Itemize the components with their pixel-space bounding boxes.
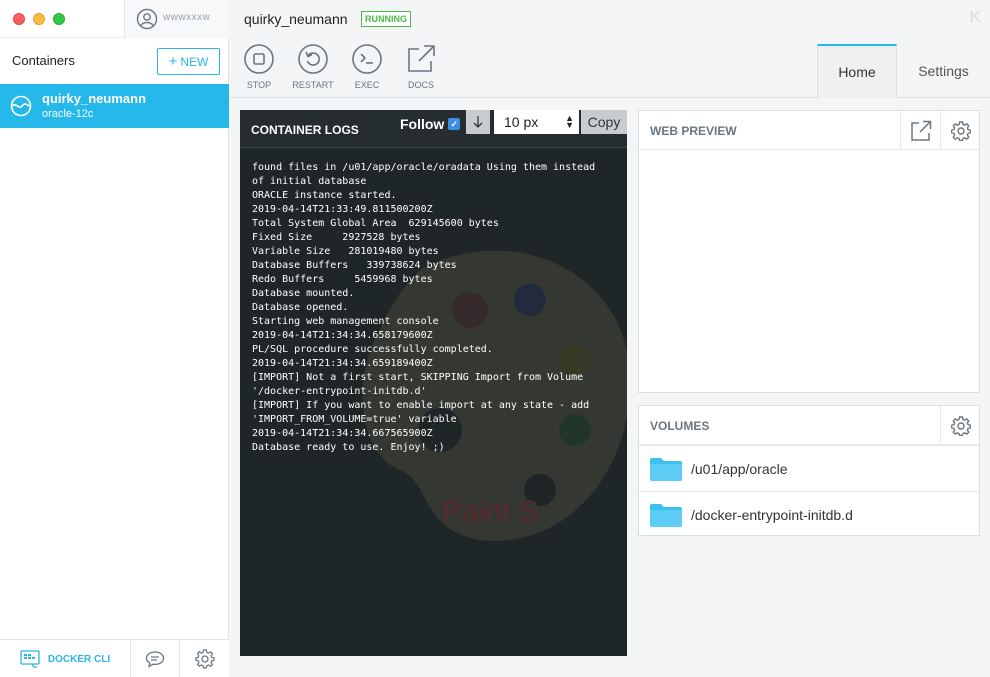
gear-icon [950, 415, 971, 436]
preferences-button[interactable] [180, 640, 229, 677]
web-preview-header: WEB PREVIEW [639, 111, 979, 150]
sidebar-footer: DOCKER CLI [0, 639, 229, 677]
docker-cli-icon [20, 650, 40, 668]
external-link-icon [910, 120, 931, 141]
open-in-browser-button[interactable] [900, 111, 940, 150]
containers-heading: Containers [12, 53, 75, 68]
external-link-icon [408, 45, 435, 72]
volumes-panel: VOLUMES /u01/app/oracle /docker-entrypoi… [638, 405, 980, 536]
maximize-window-button[interactable] [53, 13, 65, 25]
tab-settings[interactable]: Settings [897, 44, 990, 98]
restart-label: RESTART [292, 80, 334, 90]
status-badge: RUNNING [361, 11, 411, 27]
volume-path: /u01/app/oracle [691, 460, 788, 477]
user-account-button[interactable]: wwwxxxw [124, 0, 229, 38]
running-container-icon [10, 95, 32, 117]
volumes-header: VOLUMES [639, 406, 979, 445]
sidebar-header: Containers + NEW [0, 38, 229, 83]
follow-label: Follow [400, 116, 445, 132]
tab-home[interactable]: Home [817, 44, 897, 98]
logs-title: CONTAINER LOGS [251, 123, 359, 137]
feedback-button[interactable] [131, 640, 180, 677]
font-size-select[interactable]: 10 px ▲ ▼ [494, 110, 579, 134]
web-preview-panel: WEB PREVIEW [638, 110, 980, 393]
kitematic-logo: K [969, 9, 981, 26]
copy-logs-button[interactable]: Copy [581, 110, 627, 134]
stop-label: STOP [246, 80, 272, 90]
stop-button[interactable]: STOP [235, 43, 283, 95]
chat-bubble-icon [145, 651, 165, 668]
restart-button[interactable]: RESTART [289, 43, 337, 95]
docs-label: DOCS [407, 80, 434, 90]
window-titlebar: wwwxxxw [0, 0, 229, 38]
stop-icon [244, 44, 274, 74]
download-logs-button[interactable] [466, 110, 490, 134]
docker-cli-label: DOCKER CLI [47, 653, 111, 665]
sidebar: wwwxxxw Containers + NEW quirky_neumann … [0, 0, 229, 677]
follow-toggle[interactable]: Follow ✓ [400, 116, 461, 132]
user-avatar-icon [136, 8, 158, 30]
log-output: found files in /u01/app/oracle/oradata U… [252, 162, 596, 453]
container-header: quirky_neumann RUNNING K STOP RESTART EX… [230, 0, 990, 98]
volume-path: /docker-entrypoint-initdb.d [691, 506, 853, 523]
new-button-label: NEW [180, 54, 209, 69]
container-logs-panel: Paint S CONTAINER LOGS Follow ✓ 10 px ▲ ▼… [240, 110, 627, 656]
follow-checkbox[interactable]: ✓ [448, 118, 461, 130]
volumes-settings-button[interactable] [940, 406, 980, 445]
container-image: oracle-12c [42, 108, 94, 120]
new-container-button[interactable]: + NEW [157, 48, 220, 75]
container-name: quirky_neumann [42, 91, 147, 106]
download-icon [473, 116, 483, 128]
web-preview-settings-button[interactable] [940, 111, 980, 150]
folder-icon [650, 457, 682, 481]
logs-toolbar: CONTAINER LOGS Follow ✓ 10 px ▲ ▼ Copy [240, 110, 627, 148]
exec-label: EXEC [354, 80, 380, 90]
gear-icon [950, 120, 971, 141]
user-name: wwwxxxw [163, 12, 211, 23]
exec-button[interactable]: EXEC [343, 43, 391, 95]
minimize-window-button[interactable] [33, 13, 45, 25]
volume-row[interactable]: /u01/app/oracle [639, 445, 979, 491]
volume-row[interactable]: /docker-entrypoint-initdb.d [639, 491, 979, 537]
container-title: quirky_neumann [244, 11, 348, 27]
restart-icon [298, 44, 328, 74]
gear-icon [194, 649, 215, 669]
font-size-value: 10 px [504, 114, 539, 130]
terminal-icon [352, 44, 382, 74]
plus-icon: + [168, 53, 178, 70]
container-list-item[interactable]: quirky_neumann oracle-12c [0, 84, 229, 128]
paint-watermark-text: Paint S [442, 495, 539, 528]
select-arrows-icon: ▲ ▼ [565, 113, 574, 130]
folder-icon [650, 503, 682, 527]
docker-cli-button[interactable]: DOCKER CLI [0, 640, 131, 677]
docs-button[interactable]: DOCS [397, 43, 445, 95]
close-window-button[interactable] [13, 13, 25, 25]
web-preview-title: WEB PREVIEW [650, 124, 737, 138]
volumes-title: VOLUMES [650, 419, 710, 433]
